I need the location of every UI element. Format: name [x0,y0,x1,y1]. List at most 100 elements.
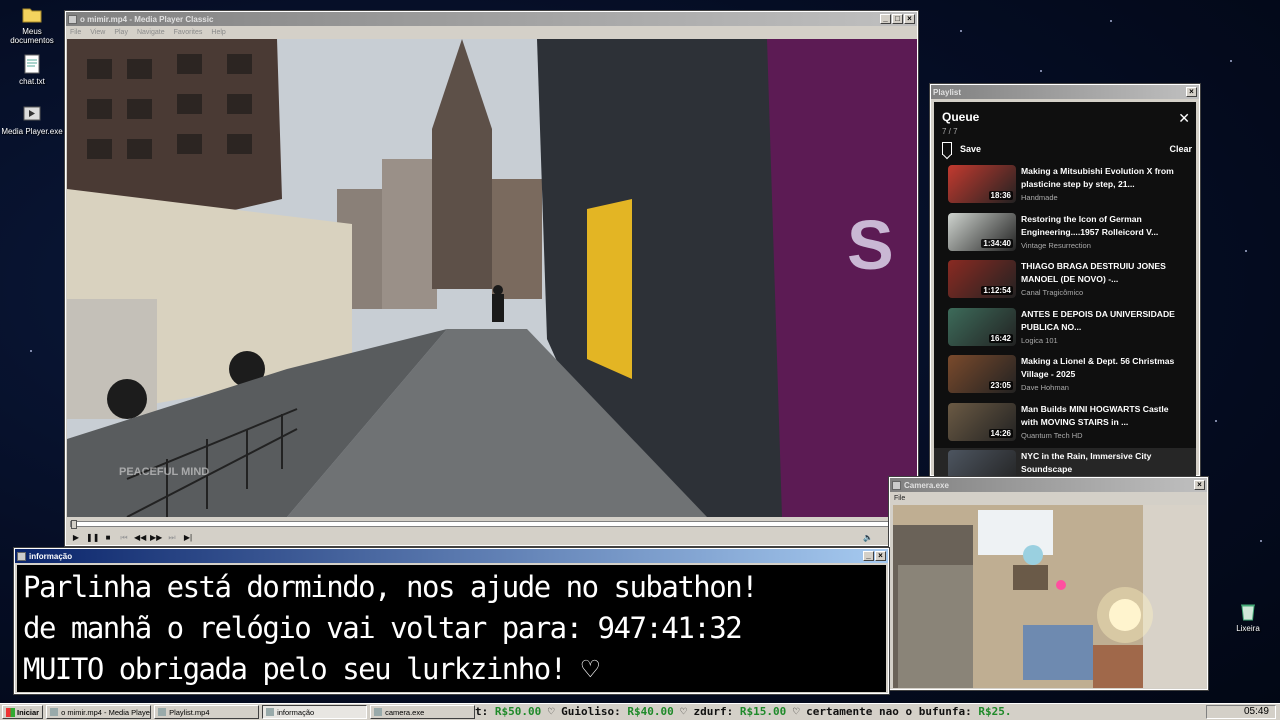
queue-item[interactable]: NYC in the Rain, Immersive City Soundsca… [934,448,1196,477]
start-button[interactable]: Iniciar [2,705,44,719]
task-button-camera[interactable]: camera.exe [370,705,476,719]
desktop-icon-lixeira[interactable]: Lixeira [1216,600,1280,633]
close-button[interactable]: × [904,14,915,24]
channel-name[interactable]: Logica 101 [1021,336,1181,345]
stop-icon[interactable]: ■ [102,532,114,543]
ticker-name: t: [475,705,495,718]
info-title: informação [29,551,73,561]
queue-item[interactable]: 14:26 Man Builds MINI HOGWARTS Castle wit… [934,401,1196,449]
recycle-bin-icon [1241,604,1255,621]
queue-item[interactable]: 16:42 ANTES E DEPOIS DA UNIVERSIDADE PUBL… [934,306,1196,354]
menu-play[interactable]: Play [114,29,128,36]
queue-item[interactable]: 18:36 Making a Mitsubishi Evolution X fro… [934,163,1196,211]
video-thumbnail[interactable]: 16:42 [948,307,1016,346]
queue-item[interactable]: 1:12:54 THIAGO BRAGA DESTRUIU JONES MANOE… [934,258,1196,306]
minimize-button[interactable]: _ [880,14,891,24]
video-duration: 16:42 [988,333,1013,343]
desktop-icon-chat-txt[interactable]: chat.txt [0,53,64,86]
video-title[interactable]: Man Builds MINI HOGWARTS Castle with MOV… [1021,403,1181,429]
previous-icon[interactable]: ⏮ [118,532,130,543]
info-line: MUITO obrigada pelo seu lurkzinho! ♡ [23,652,599,686]
menu-help[interactable]: Help [211,29,225,36]
info-text-area: Parlinha está dormindo, nos ajude no sub… [17,565,886,692]
task-button-mpc[interactable]: o mimir.mp4 - Media Playe... [46,705,152,719]
close-button[interactable]: × [1186,87,1197,97]
task-label: Playlist.mp4 [169,707,210,717]
close-icon[interactable]: ✕ [1178,110,1190,127]
seek-knob[interactable] [71,520,77,529]
menu-navigate[interactable]: Navigate [137,29,165,36]
save-button[interactable]: Save [942,142,981,155]
playlist-titlebar[interactable]: Playlist × [931,85,1199,99]
desktop-icon-media-player[interactable]: Media Player.exe [0,103,64,136]
video-thumbnail[interactable]: 23:05 [948,355,1016,393]
camera-titlebar[interactable]: Camera.exe × [890,478,1207,492]
video-title[interactable]: Making a Lionel & Dept. 56 Christmas Vil… [1021,355,1181,381]
info-app-icon [17,551,26,561]
bookmark-icon [942,142,952,155]
text-file-icon [24,54,40,74]
menu-view[interactable]: View [90,29,105,36]
channel-name[interactable]: Canal Tragicômico [1021,288,1181,297]
video-watermark: PEACEFUL MIND [119,466,209,478]
video-thumbnail[interactable]: 1:34:40 [948,212,1016,251]
media-player-icon [23,106,41,121]
video-thumbnail[interactable]: 14:26 [948,402,1016,441]
queue-count: 7 / 7 [942,127,958,136]
play-icon[interactable]: ▶ [70,532,82,543]
video-frame[interactable]: S PEACEFUL MIND [67,39,917,517]
pause-icon[interactable]: ❚❚ [86,532,99,543]
video-thumbnail[interactable] [948,450,1016,477]
task-button-info[interactable]: informação [262,705,368,719]
video-thumbnail[interactable]: 1:12:54 [948,260,1016,298]
video-title[interactable]: ANTES E DEPOIS DA UNIVERSIDADE PUBLICA N… [1021,308,1181,334]
menu-file[interactable]: File [70,29,81,36]
taskbar: Iniciar o mimir.mp4 - Media Playe... Pla… [0,703,1280,720]
channel-name[interactable]: Quantum Tech HD [1021,431,1181,440]
app-icon [374,708,383,716]
video-title[interactable]: Restoring the Icon of German Engineering… [1021,213,1181,239]
clear-button[interactable]: Clear [1169,144,1192,154]
mpc-title: o mimir.mp4 - Media Player Classic [80,14,214,24]
next-icon[interactable]: ⏭ [166,532,178,543]
camera-window: Camera.exe × File [888,476,1209,691]
bedroom-scene [893,505,1206,688]
queue-item[interactable]: 23:05 Making a Lionel & Dept. 56 Christma… [934,353,1196,401]
video-title[interactable]: THIAGO BRAGA DESTRUIU JONES MANOEL (DE N… [1021,260,1181,286]
queue-title: Queue [942,110,980,124]
channel-name[interactable]: Handmade [1021,193,1181,202]
start-label: Iniciar [17,707,40,717]
channel-name[interactable]: Vintage Resurrection [1021,241,1181,250]
video-thumbnail[interactable]: 18:36 [948,165,1016,203]
desktop-icon-meus-documentos[interactable]: Meus documentos [0,3,64,45]
camera-app-icon [892,480,901,490]
playlist-window: Playlist × Queue 7 / 7 ✕ Save Clear 18:3… [929,83,1201,477]
channel-name[interactable]: Dave Hohman [1021,383,1181,392]
video-title[interactable]: Making a Mitsubishi Evolution X from pla… [1021,165,1181,191]
info-line: de manhã o relógio vai voltar para: 947:… [23,611,743,645]
close-button[interactable]: × [875,551,886,561]
info-window: informação _ × Parlinha está dormindo, n… [13,547,890,695]
ticker-amount: R$50.00 [494,705,542,718]
menu-favorites[interactable]: Favorites [174,29,203,36]
rewind-icon[interactable]: ◀◀ [134,532,146,543]
fast-forward-icon[interactable]: ▶▶ [150,532,162,543]
video-duration: 1:34:40 [981,238,1013,248]
mpc-titlebar[interactable]: o mimir.mp4 - Media Player Classic _ □ × [66,12,917,26]
menu-file[interactable]: File [894,495,905,502]
ticker-amount: R$25. [978,705,1012,718]
queue-list: 18:36 Making a Mitsubishi Evolution X fro… [934,163,1196,477]
maximize-button[interactable]: □ [892,14,903,24]
video-duration: 1:12:54 [981,286,1013,295]
task-button-playlist[interactable]: Playlist.mp4 [154,705,260,719]
queue-item[interactable]: 1:34:40 Restoring the Icon of German Engi… [934,211,1196,259]
video-title[interactable]: NYC in the Rain, Immersive City Soundsca… [1021,450,1181,476]
frame-step-icon[interactable]: ▶| [182,532,194,543]
minimize-button[interactable]: _ [863,551,874,561]
ticker-name: ♡ Guioliso: [541,705,628,718]
volume-icon[interactable]: 🔈 [863,533,873,542]
close-button[interactable]: × [1194,480,1205,490]
info-titlebar[interactable]: informação _ × [15,549,888,563]
windows-logo-icon [6,707,15,717]
seek-bar[interactable] [70,520,914,529]
